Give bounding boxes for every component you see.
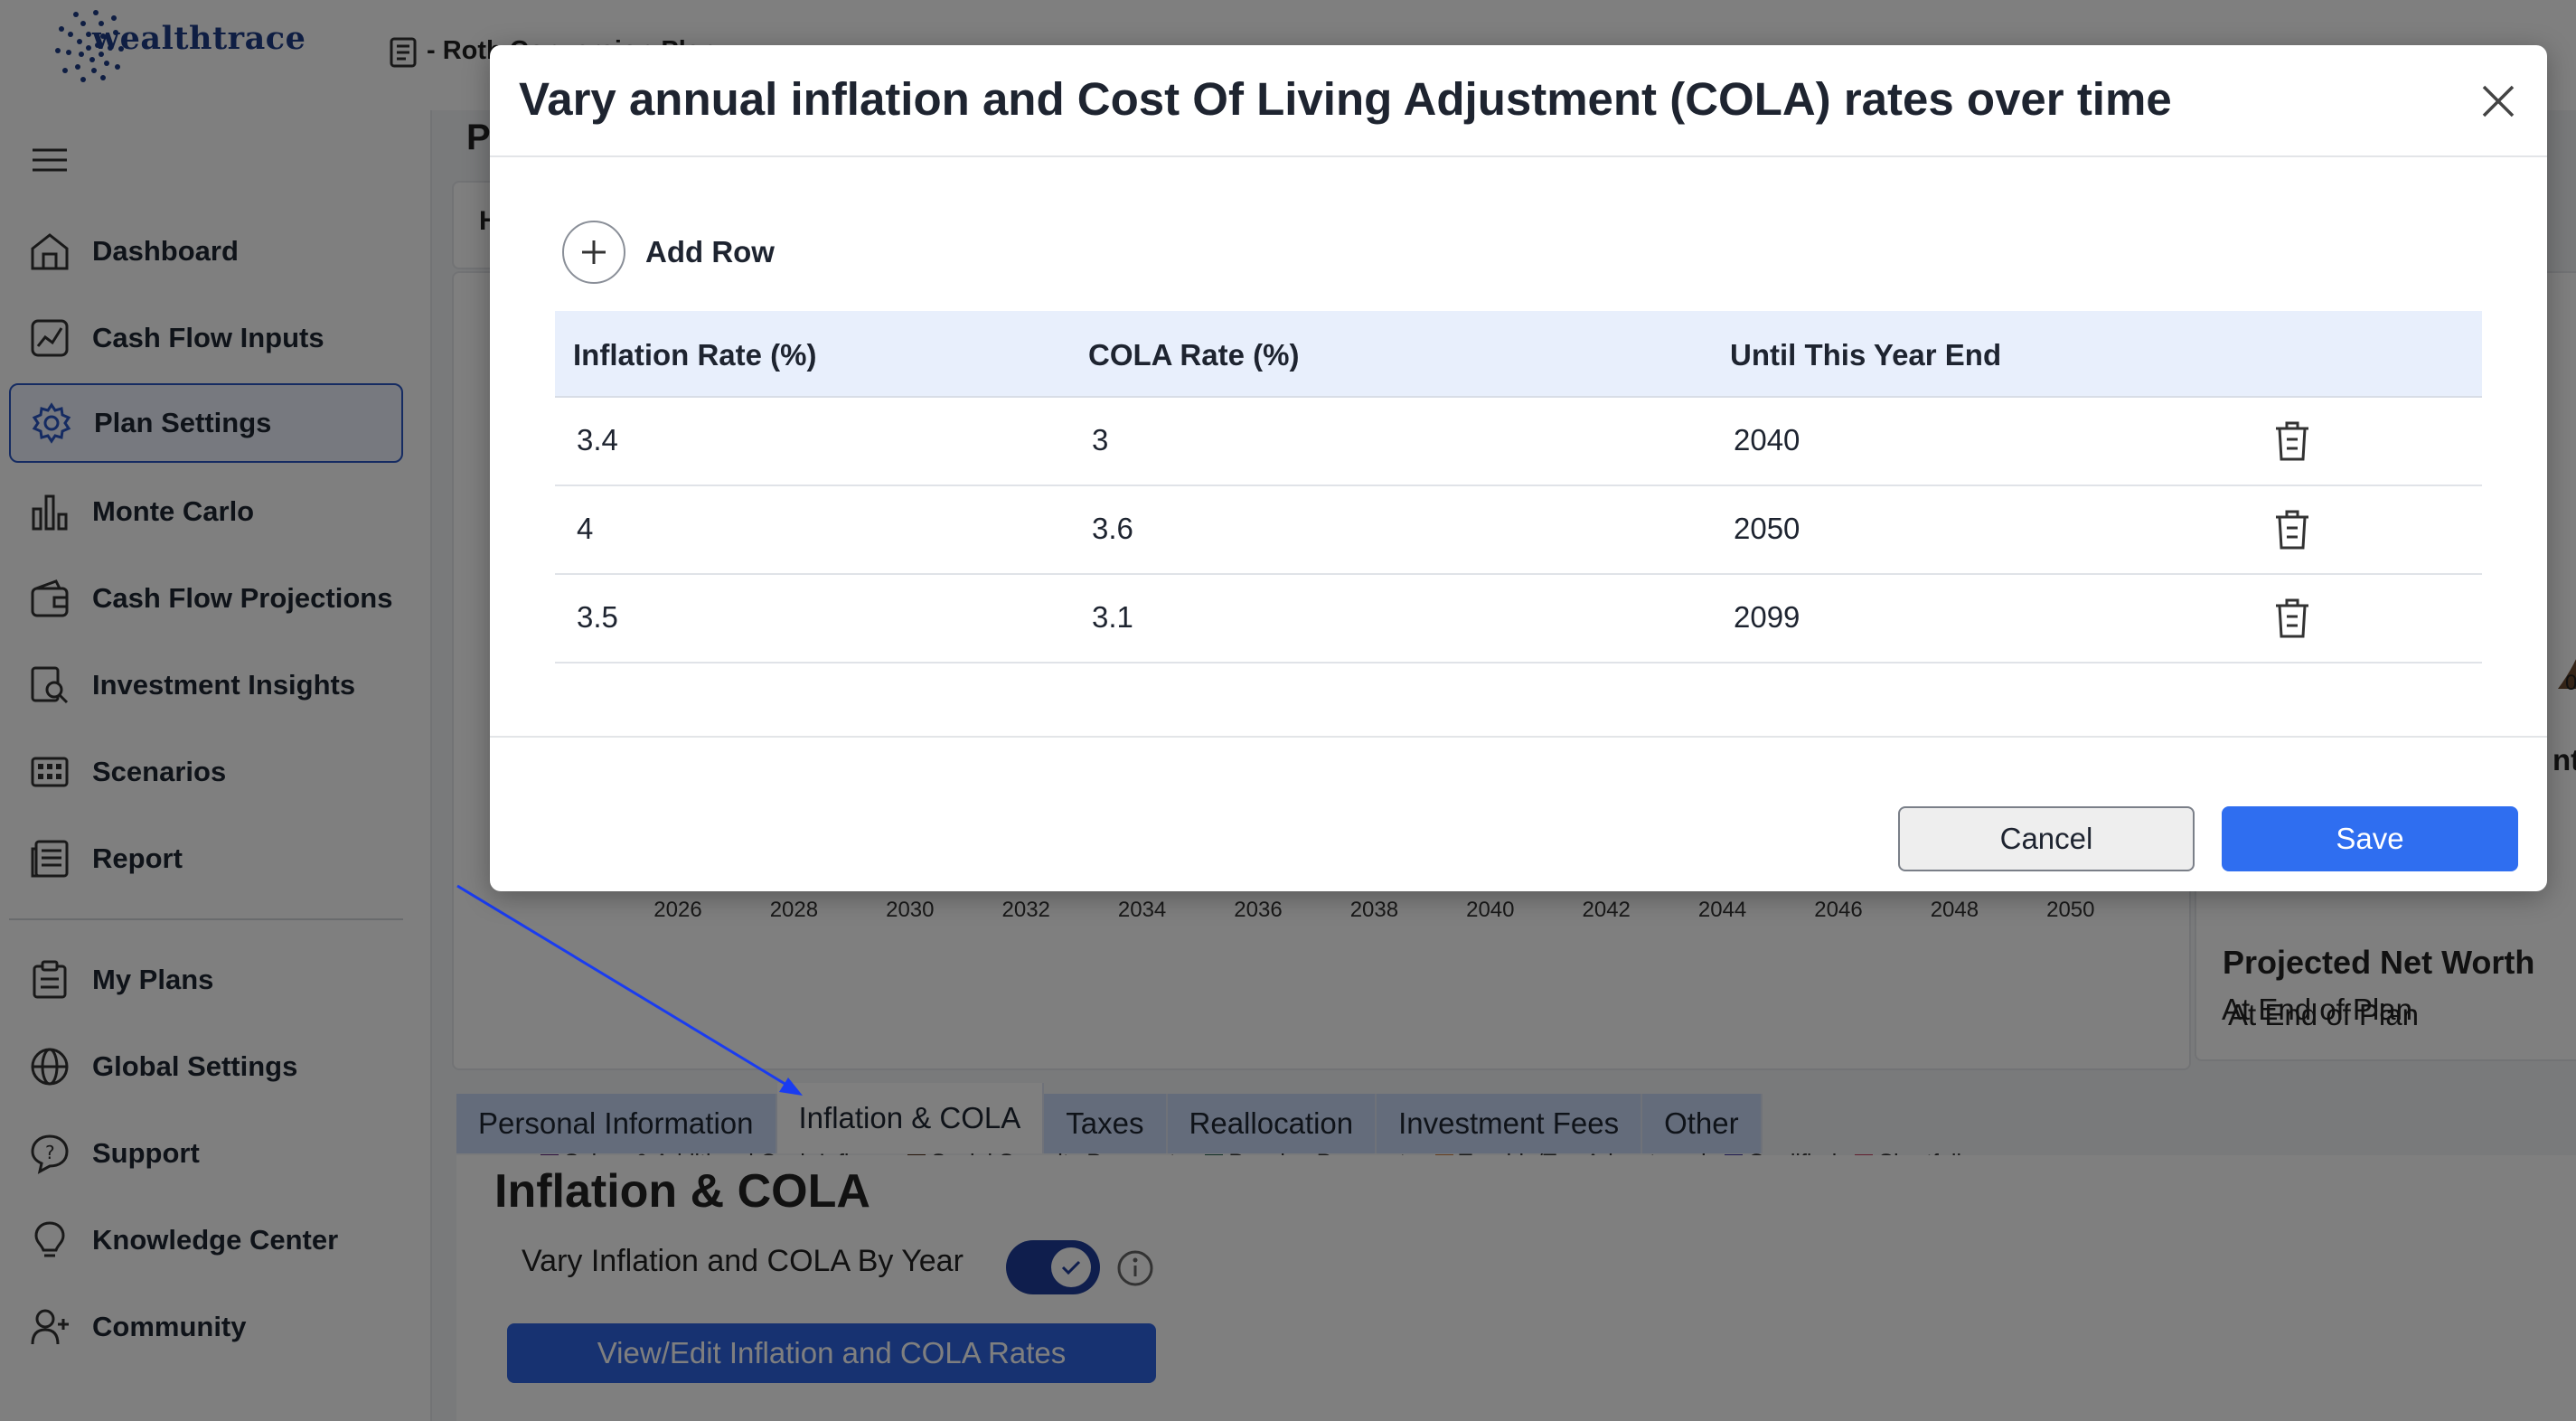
cola-rate-cell[interactable]: 3.1 (1092, 600, 1133, 635)
modal-footer-divider (490, 736, 2547, 738)
inflation-rate-cell[interactable]: 4 (577, 512, 593, 546)
plus-icon (562, 221, 625, 284)
close-icon (2482, 85, 2515, 118)
cola-rate-cell[interactable]: 3 (1092, 423, 1108, 457)
trash-icon[interactable] (2272, 508, 2312, 551)
trash-icon[interactable] (2272, 597, 2312, 640)
column-header-inflation: Inflation Rate (%) (573, 338, 817, 372)
add-row-button[interactable]: Add Row (562, 221, 775, 284)
close-button[interactable] (2478, 81, 2518, 121)
until-year-cell[interactable]: 2099 (1734, 600, 1800, 635)
table-row: 3.4 3 2040 (555, 398, 2482, 486)
trash-icon[interactable] (2272, 419, 2312, 463)
table-row: 4 3.6 2050 (555, 486, 2482, 575)
modal-title: Vary annual inflation and Cost Of Living… (519, 73, 2172, 125)
table-header: Inflation Rate (%) COLA Rate (%) Until T… (555, 311, 2482, 398)
inflation-rate-cell[interactable]: 3.5 (577, 600, 618, 635)
table-row: 3.5 3.1 2099 (555, 575, 2482, 663)
inflation-cola-modal: Vary annual inflation and Cost Of Living… (490, 45, 2547, 891)
inflation-rate-cell[interactable]: 3.4 (577, 423, 618, 457)
column-header-until-year: Until This Year End (1730, 338, 2002, 372)
add-row-label: Add Row (645, 235, 775, 268)
cancel-button[interactable]: Cancel (1898, 806, 2195, 871)
cola-rate-cell[interactable]: 3.6 (1092, 512, 1133, 546)
rates-table: Inflation Rate (%) COLA Rate (%) Until T… (555, 311, 2482, 663)
modal-header: Vary annual inflation and Cost Of Living… (490, 45, 2547, 157)
column-header-cola: COLA Rate (%) (1088, 338, 1300, 372)
until-year-cell[interactable]: 2050 (1734, 512, 1800, 546)
until-year-cell[interactable]: 2040 (1734, 423, 1800, 457)
save-button[interactable]: Save (2222, 806, 2518, 871)
